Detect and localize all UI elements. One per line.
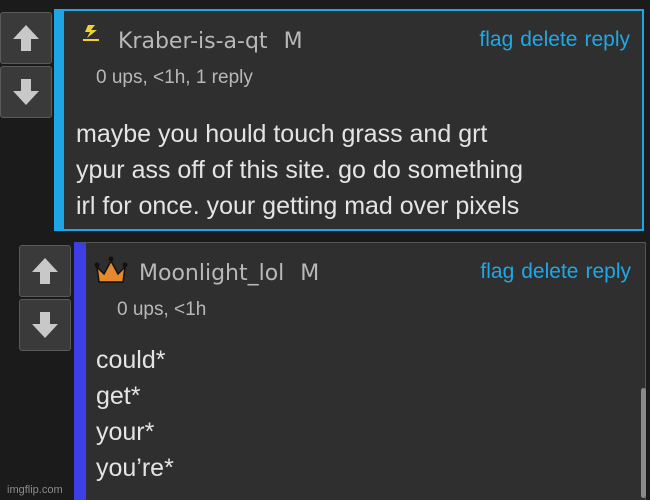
watermark: imgflip.com xyxy=(7,484,63,496)
reply-link[interactable]: reply xyxy=(585,260,631,283)
comment-actions: flag delete reply xyxy=(473,260,631,284)
reply-link[interactable]: reply xyxy=(584,28,630,51)
comment-actions: flag delete reply xyxy=(472,28,630,52)
comment-body: could* get* your* you’re* xyxy=(96,342,174,486)
comment-meta: 0 ups, <1h xyxy=(117,299,207,320)
down-arrow-icon xyxy=(13,79,39,105)
up-arrow-icon xyxy=(13,25,39,51)
comment-line: your* xyxy=(96,418,155,446)
mod-badge: M xyxy=(283,29,303,54)
down-arrow-icon xyxy=(32,312,58,338)
crown-icon xyxy=(94,256,128,283)
comment-line: get* xyxy=(96,382,141,410)
delete-link[interactable]: delete xyxy=(520,28,577,51)
upvote-button[interactable] xyxy=(0,12,52,64)
downvote-button[interactable] xyxy=(0,66,52,118)
username-text[interactable]: Moonlight_lol xyxy=(139,261,284,286)
flag-link[interactable]: flag xyxy=(480,260,514,283)
comment: Moonlight_lol M flag delete reply 0 ups, <1… xyxy=(74,242,646,500)
username[interactable]: Moonlight_lol M xyxy=(139,261,319,286)
mod-badge: M xyxy=(300,261,320,286)
delete-link[interactable]: delete xyxy=(521,260,578,283)
comment-body: maybe you hould touch grass and grt ypur… xyxy=(76,116,523,224)
upvote-button[interactable] xyxy=(19,245,71,297)
downvote-button[interactable] xyxy=(19,299,71,351)
comment: Kraber-is-a-qt M flag delete reply 0 ups, <… xyxy=(54,9,644,231)
comment-line: could* xyxy=(96,346,166,374)
comment-line: ypur ass off of this site. go do somethi… xyxy=(76,156,524,184)
comment-line: maybe you hould touch grass and grt xyxy=(76,120,488,148)
lightning-icon xyxy=(83,25,99,41)
comment-line: you’re* xyxy=(96,454,174,482)
comment-line: irl for once. your getting mad over pixe… xyxy=(76,192,520,220)
username-text[interactable]: Kraber-is-a-qt xyxy=(118,29,268,54)
flag-link[interactable]: flag xyxy=(479,28,513,51)
username[interactable]: Kraber-is-a-qt M xyxy=(118,29,303,54)
scrollbar[interactable] xyxy=(641,388,646,498)
up-arrow-icon xyxy=(32,258,58,284)
comment-meta: 0 ups, <1h, 1 reply xyxy=(96,67,253,88)
